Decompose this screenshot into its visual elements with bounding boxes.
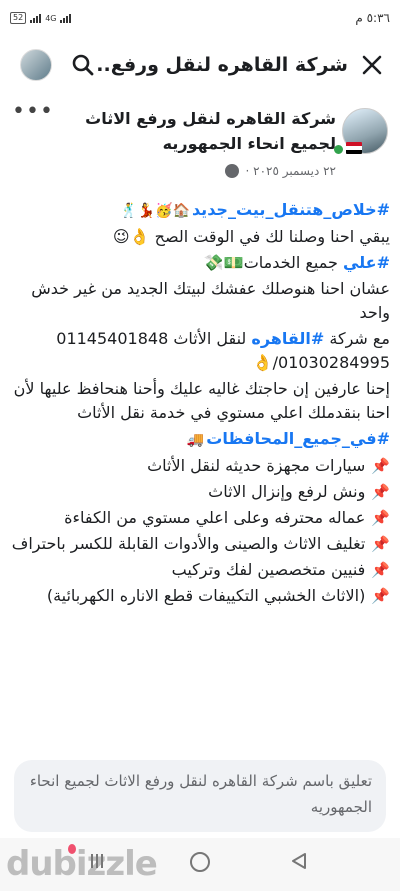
post-line: يبقي احنا وصلنا لك في الوقت الصح 👌😉	[112, 227, 390, 246]
bullet-item: 📌 سيارات مجهزة حديثه لنقل الأثاث	[8, 454, 390, 478]
flag-icon	[346, 142, 362, 154]
post-line: عشان احنا هنوصلك عفشك لبيتك الجديد من غي…	[31, 279, 390, 322]
bullet-item: 📌 فنيين متخصصين لفك وتركيب	[8, 558, 390, 582]
page-avatar-small[interactable]	[20, 49, 52, 81]
post-line: إحنا عارفين إن حاجتك غاليه عليك وأحنا هن…	[13, 379, 390, 422]
status-bar: 52 4G ٥:٣٦ م	[0, 0, 400, 36]
post-line: مع شركة #القاهره لنقل الأثاث 01145401848…	[8, 327, 390, 375]
pin-icon: 📌	[371, 561, 390, 579]
bullet-text: فنيين متخصصين لفك وتركيب	[171, 560, 366, 579]
home-icon[interactable]	[190, 852, 210, 872]
dubizzle-logo: dubizzle	[6, 844, 158, 884]
close-icon[interactable]	[356, 49, 388, 81]
pin-icon: 📌	[371, 535, 390, 553]
pin-icon: 📌	[371, 483, 390, 501]
bullet-item: 📌 تغليف الاثاث والصينى والأدوات القابلة ل…	[8, 532, 390, 556]
comment-input[interactable]: تعليق باسم شركة القاهره لنقل ورفع الاثاث…	[14, 760, 386, 832]
post-line: #علي جميع الخدمات💵💸	[8, 251, 390, 275]
globe-icon	[225, 164, 240, 178]
search-icon[interactable]	[70, 52, 96, 78]
post-header: ••• شركة القاهره لنقل ورفع الاثاث لجميع …	[0, 100, 400, 190]
pin-icon: 📌	[371, 587, 390, 605]
app-bar-title: شركة القاهره لنقل ورفع...	[96, 54, 348, 76]
signal-icon	[30, 13, 42, 23]
page-name[interactable]: شركة القاهره لنقل ورفع الاثاث لجميع انحا…	[46, 106, 336, 156]
back-icon[interactable]	[290, 852, 308, 874]
hashtag-link[interactable]: #القاهره	[251, 329, 324, 348]
recent-apps-icon[interactable]	[88, 852, 106, 874]
post-text: جميع الخدمات💵💸	[203, 253, 343, 272]
post-date[interactable]: ٢٢ ديسمبر ٢٠٢٥ ·	[245, 164, 336, 178]
post-line: #خلاص_هتنقل_بيت_جديد🏠🥳💃🕺	[8, 198, 390, 223]
app-bar: شركة القاهره لنقل ورفع...	[0, 40, 400, 90]
network-label: 4G	[45, 13, 57, 23]
status-left: 52 4G	[10, 12, 72, 24]
bullet-text: سيارات مجهزة حديثه لنقل الأثاث	[147, 456, 366, 475]
emoji-run: 🏠🥳💃🕺	[120, 203, 190, 219]
bullet-item: 📌 عماله محترفه وعلى اعلي مستوي من الكفاءة	[8, 506, 390, 530]
hashtag-link[interactable]: #علي	[343, 253, 390, 272]
hashtag-link[interactable]: #خلاص_هتنقل_بيت_جديد	[192, 200, 390, 219]
status-time: ٥:٣٦ م	[355, 11, 390, 25]
bullet-text: (الاثاث الخشبي التكييفات قطع الاناره الك…	[46, 586, 366, 605]
post-text: مع شركة	[324, 329, 390, 348]
system-nav-bar: dubizzle	[0, 838, 400, 891]
pin-icon: 📌	[371, 457, 390, 475]
bullet-item: 📌 (الاثاث الخشبي التكييفات قطع الاناره ال…	[8, 584, 390, 608]
flame-icon	[68, 844, 76, 854]
bullet-item: 📌 ونش لرفع وإنزال الاثاث	[8, 480, 390, 504]
battery-icon: 52	[10, 12, 27, 24]
emoji-run: 🚚	[186, 432, 205, 448]
post-meta: ٢٢ ديسمبر ٢٠٢٥ ·	[225, 164, 336, 178]
bullet-text: تغليف الاثاث والصينى والأدوات القابلة لل…	[11, 534, 366, 553]
post-line: #في_جميع_المحافظات🚚	[8, 427, 390, 452]
hashtag-link[interactable]: #في_جميع_المحافظات	[206, 429, 390, 448]
bullet-text: عماله محترفه وعلى اعلي مستوي من الكفاءة	[64, 508, 366, 527]
bullet-text: ونش لرفع وإنزال الاثاث	[208, 482, 366, 501]
pin-icon: 📌	[371, 509, 390, 527]
signal-icon-2	[60, 13, 72, 23]
post-body: #خلاص_هتنقل_بيت_جديد🏠🥳💃🕺 يبقي احنا وصلنا…	[8, 198, 390, 610]
